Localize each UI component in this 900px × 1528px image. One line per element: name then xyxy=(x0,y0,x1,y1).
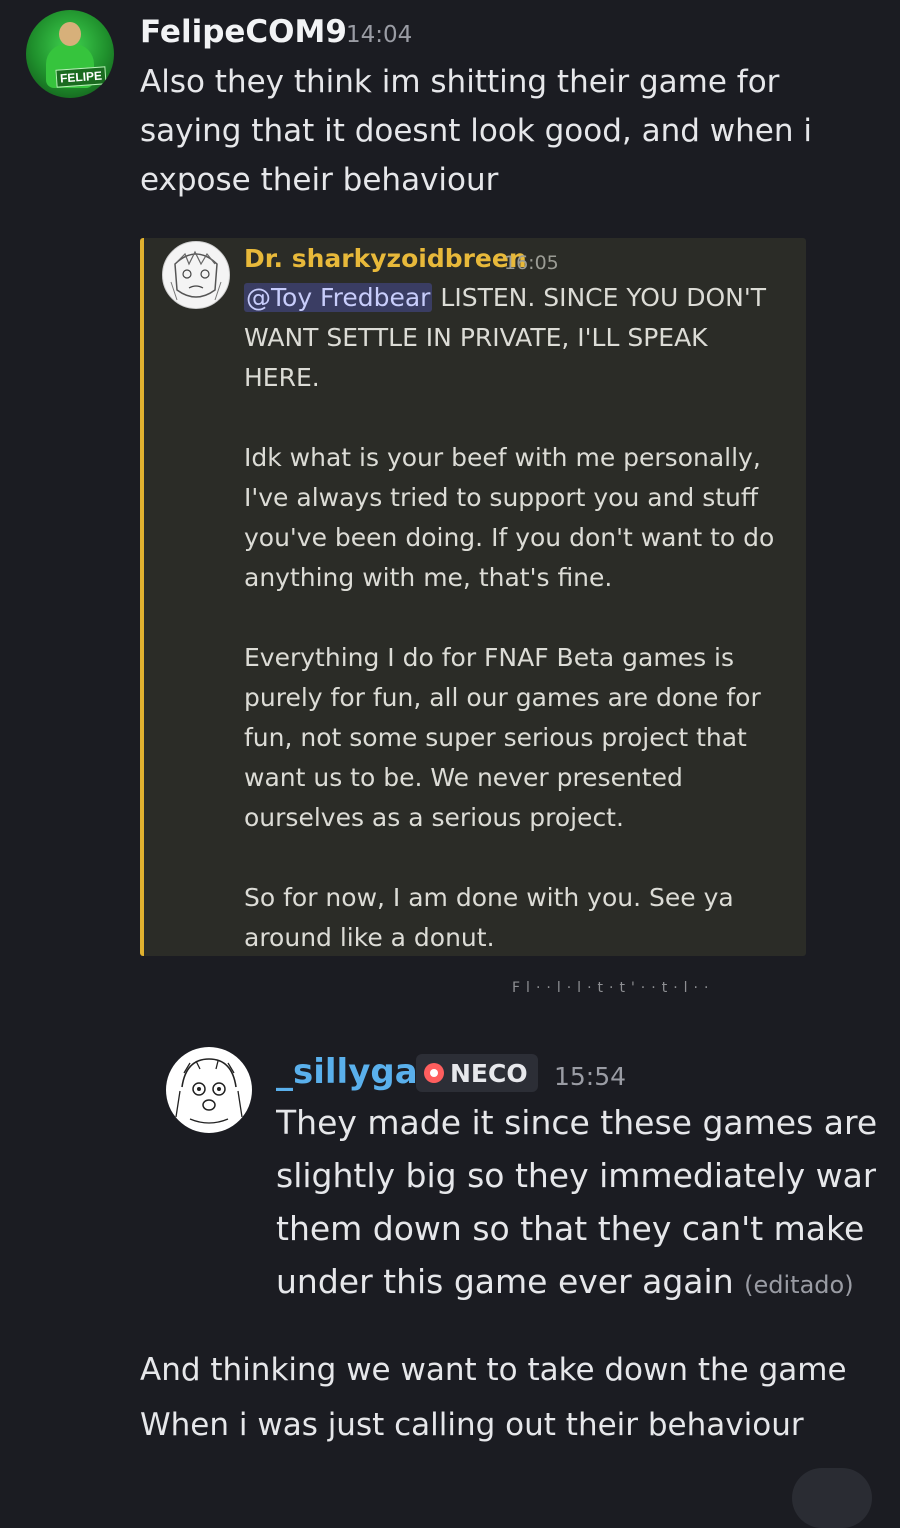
edited-label: (editado) xyxy=(744,1271,854,1299)
avatar-head xyxy=(59,22,81,46)
cut-off-text: Fl··l·l·t·t'··t·l·· xyxy=(512,980,715,996)
quoted-text: @Toy Fredbear LISTEN. SINCE YOU DON'T WA… xyxy=(244,278,784,958)
reply-author-avatar[interactable] xyxy=(166,1047,252,1133)
reply-line-text: under this game ever again xyxy=(276,1262,734,1301)
followup-line: When i was just calling out their behavi… xyxy=(140,1407,804,1443)
reply-line: them down so that they can't make a xyxy=(276,1209,876,1248)
reply-line: They made it since these games are g xyxy=(276,1103,876,1142)
quoted-body: LISTEN. SINCE YOU DON'T WANT SETTLE IN P… xyxy=(244,283,775,952)
flame-icon xyxy=(424,1063,444,1083)
author-avatar[interactable]: FELIPE xyxy=(26,10,114,98)
sketch-face-icon xyxy=(170,250,222,301)
message-author[interactable]: FelipeCOM9 xyxy=(140,14,347,50)
reply-author[interactable]: _sillygal xyxy=(276,1052,429,1092)
followup-line: And thinking we want to take down the ga… xyxy=(140,1352,847,1388)
avatar-badge: FELIPE xyxy=(55,66,107,88)
server-tag-label: NECO xyxy=(450,1058,528,1088)
quoted-message-embed[interactable]: Dr. sharkyzoidbreen 16:05 @Toy Fredbear … xyxy=(140,238,806,956)
user-mention[interactable]: @Toy Fredbear xyxy=(244,283,433,312)
quoted-timestamp: 16:05 xyxy=(504,252,559,274)
reply-line: under this game ever again (editado) xyxy=(276,1255,876,1312)
floating-action-button[interactable] xyxy=(792,1468,872,1528)
server-tag-badge[interactable]: NECO xyxy=(416,1054,538,1092)
message-timestamp: 14:04 xyxy=(346,22,413,48)
message-text: Also they think im shitting their game f… xyxy=(140,64,812,198)
quoted-author-avatar[interactable] xyxy=(162,241,230,309)
reply-text: They made it since these games are g sli… xyxy=(276,1096,876,1312)
quoted-author[interactable]: Dr. sharkyzoidbreen xyxy=(244,244,527,273)
sketch-girl-icon xyxy=(175,1058,243,1124)
reply-line: slightly big so they immediately want xyxy=(276,1156,876,1195)
followup-message: And thinking we want to take down the ga… xyxy=(140,1343,880,1453)
reply-timestamp: 15:54 xyxy=(554,1062,627,1091)
